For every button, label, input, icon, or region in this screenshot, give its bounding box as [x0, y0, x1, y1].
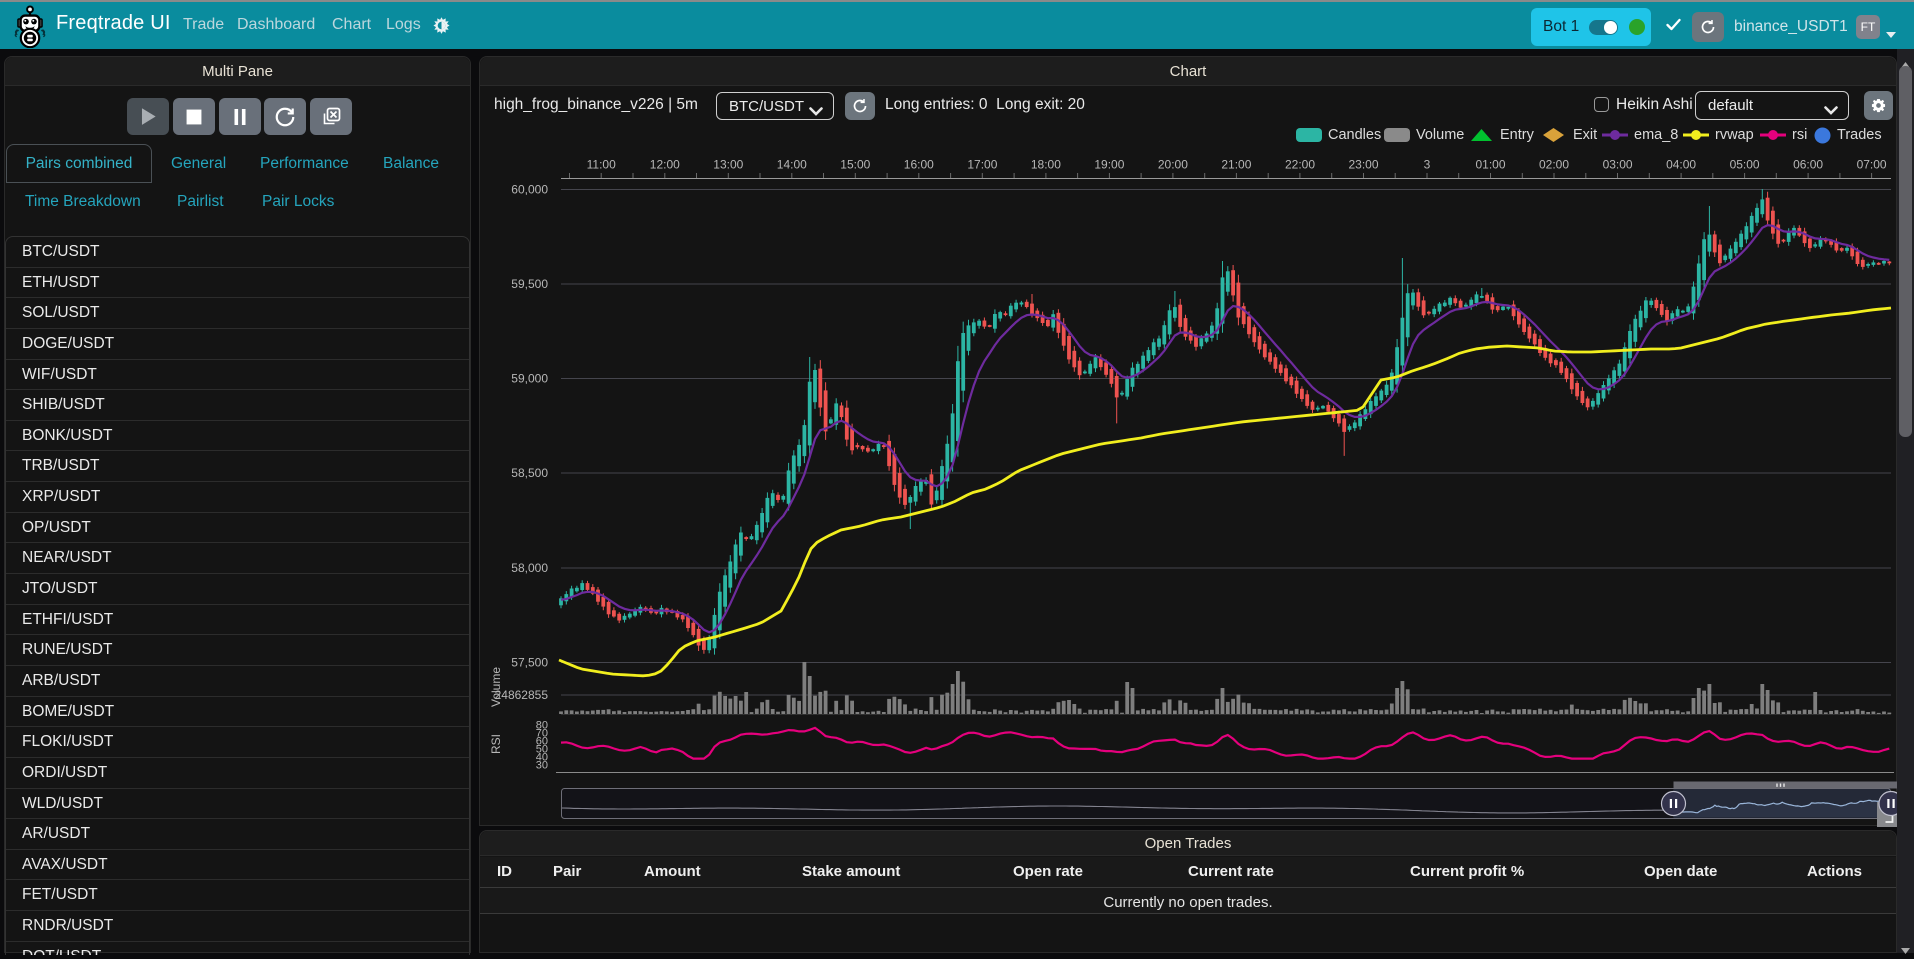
svg-text:60,000: 60,000	[511, 183, 548, 197]
svg-text:16:00: 16:00	[904, 158, 934, 172]
svg-text:13:00: 13:00	[713, 158, 743, 172]
svg-text:22:00: 22:00	[1285, 158, 1315, 172]
svg-text:3: 3	[1424, 158, 1431, 172]
svg-text:17:00: 17:00	[967, 158, 997, 172]
svg-text:02:00: 02:00	[1539, 158, 1569, 172]
svg-text:04:00: 04:00	[1666, 158, 1696, 172]
svg-text:59,000: 59,000	[511, 372, 548, 386]
svg-text:59,500: 59,500	[511, 277, 548, 291]
svg-text:07:00: 07:00	[1857, 158, 1887, 172]
svg-text:30: 30	[536, 760, 548, 772]
svg-text:03:00: 03:00	[1603, 158, 1633, 172]
svg-text:14:00: 14:00	[777, 158, 807, 172]
svg-text:20:00: 20:00	[1158, 158, 1188, 172]
svg-text:58,500: 58,500	[511, 466, 548, 480]
svg-text:12:00: 12:00	[650, 158, 680, 172]
svg-text:58,000: 58,000	[511, 561, 548, 575]
svg-text:18:00: 18:00	[1031, 158, 1061, 172]
svg-text:06:00: 06:00	[1793, 158, 1823, 172]
svg-text:RSI: RSI	[489, 734, 503, 754]
svg-text:05:00: 05:00	[1730, 158, 1760, 172]
svg-text:11:00: 11:00	[587, 158, 616, 172]
svg-text:Volume: Volume	[489, 667, 503, 707]
svg-text:15:00: 15:00	[840, 158, 870, 172]
svg-text:57,500: 57,500	[511, 656, 548, 670]
svg-text:21:00: 21:00	[1221, 158, 1251, 172]
svg-text:01:00: 01:00	[1475, 158, 1505, 172]
svg-text:19:00: 19:00	[1094, 158, 1124, 172]
svg-text:23:00: 23:00	[1348, 158, 1378, 172]
